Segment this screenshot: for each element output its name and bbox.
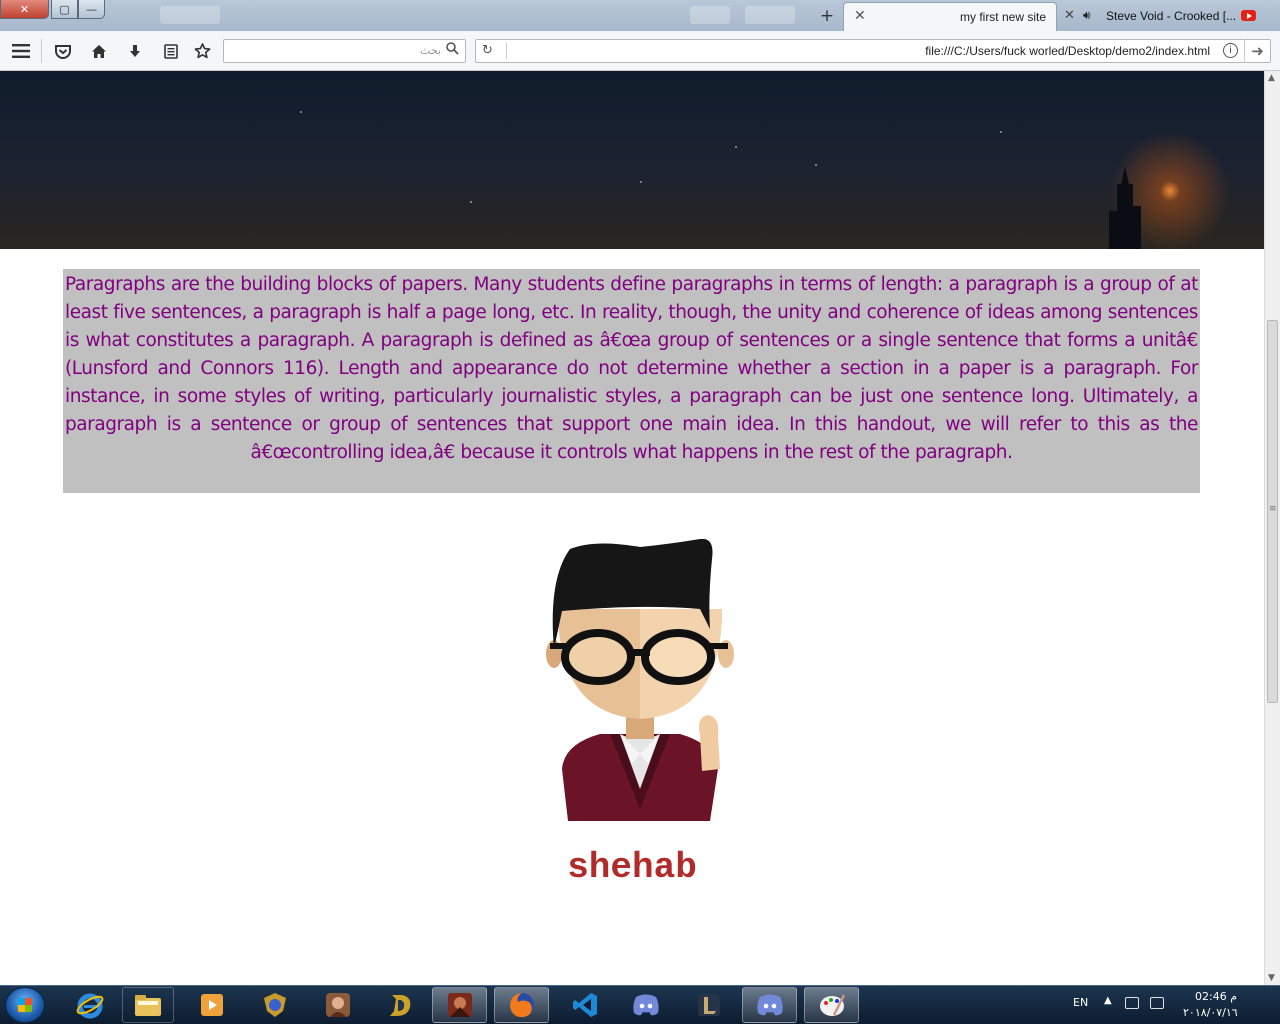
- tab-youtube[interactable]: ✕ 🔊︎ Steve Void - Crooked [...: [1060, 2, 1280, 31]
- vscode-icon[interactable]: [557, 987, 612, 1023]
- download-icon[interactable]: [124, 40, 146, 62]
- tab-title: my first new site: [959, 10, 1046, 24]
- search-placeholder: بحث: [420, 44, 441, 57]
- blurred-tab-ghost: [160, 6, 220, 24]
- new-tab-button[interactable]: +: [817, 6, 837, 26]
- game-hero-icon[interactable]: [310, 987, 365, 1023]
- internet-explorer-icon[interactable]: [62, 987, 117, 1023]
- firefox-icon[interactable]: [494, 987, 549, 1023]
- league-icon[interactable]: [681, 987, 736, 1023]
- author-name: shehab: [567, 847, 697, 888]
- paragraph-box: Paragraphs are the building blocks of pa…: [63, 269, 1200, 493]
- address-bar[interactable]: ↻ file:///C:/Users/fuck worled/Desktop/d…: [475, 39, 1271, 63]
- star: [1000, 131, 1002, 133]
- tab-close-icon[interactable]: ✕: [1064, 8, 1075, 23]
- vertical-scrollbar[interactable]: ▲ ▼: [1264, 71, 1280, 985]
- media-player-icon[interactable]: [184, 987, 239, 1023]
- system-tray: EN ▲ 02:46 م ٢٠١٨/٠٧/١٦: [1070, 986, 1280, 1025]
- go-arrow-icon[interactable]: ➜: [1244, 39, 1270, 63]
- warrior-game-icon[interactable]: [432, 987, 487, 1023]
- window-close-button[interactable]: ✕: [0, 0, 49, 19]
- youtube-favicon-icon: [1241, 10, 1256, 21]
- file-explorer-icon[interactable]: [122, 987, 174, 1023]
- tray-expand-icon[interactable]: ▲: [1104, 995, 1112, 1006]
- language-indicator[interactable]: EN: [1073, 996, 1088, 1009]
- scroll-thumb[interactable]: [1267, 320, 1278, 703]
- reload-icon[interactable]: ↻: [482, 43, 493, 58]
- scroll-down-arrow-icon[interactable]: ▼: [1268, 973, 1275, 983]
- browser-titlebar: ✕ ▢ — + ✕ my first new site ✕ 🔊︎ Steve V…: [0, 0, 1280, 31]
- page-viewport: Paragraphs are the building blocks of pa…: [0, 71, 1264, 985]
- address-separator: [506, 43, 507, 59]
- hero-banner-image: [0, 71, 1264, 249]
- gold-d-icon[interactable]: [372, 987, 427, 1023]
- bookmark-star-icon[interactable]: [191, 40, 213, 62]
- star: [300, 111, 302, 113]
- star: [640, 181, 642, 183]
- discord-icon[interactable]: [618, 987, 673, 1023]
- window-restore-button[interactable]: ▢: [51, 0, 78, 19]
- star: [470, 201, 472, 203]
- network-icon[interactable]: [1150, 997, 1164, 1009]
- tab-title: Steve Void - Crooked [...: [1106, 9, 1237, 23]
- reader-list-icon[interactable]: [160, 40, 182, 62]
- plus-icon: +: [819, 6, 835, 26]
- discord-icon[interactable]: [742, 987, 797, 1023]
- castle-tower-silhouette: [1109, 166, 1141, 249]
- paint-icon[interactable]: [804, 987, 859, 1023]
- start-button[interactable]: [5, 987, 45, 1023]
- tab-close-icon[interactable]: ✕: [854, 8, 866, 24]
- avatar-illustration: [546, 539, 734, 821]
- discord-tray-icon[interactable]: [1125, 997, 1139, 1009]
- search-icon[interactable]: [446, 42, 459, 59]
- clock-date[interactable]: ٢٠١٨/٠٧/١٦: [1183, 1006, 1238, 1019]
- star: [815, 164, 817, 166]
- close-icon: ✕: [19, 2, 30, 16]
- home-icon[interactable]: [88, 40, 110, 62]
- toolbar-separator: [41, 39, 42, 63]
- speaker-icon[interactable]: 🔊︎: [1083, 8, 1091, 23]
- star: [735, 146, 737, 148]
- search-input[interactable]: بحث: [223, 39, 466, 63]
- game-shield-icon[interactable]: [247, 987, 302, 1023]
- clock-time[interactable]: 02:46 م: [1195, 990, 1237, 1003]
- browser-toolbar: بحث ↻ file:///C:/Users/fuck worled/Deskt…: [0, 31, 1280, 71]
- blurred-tab-ghost: [690, 6, 730, 24]
- restore-icon: ▢: [59, 2, 70, 16]
- blurred-tab-ghost: [745, 6, 795, 24]
- pocket-icon[interactable]: [52, 40, 74, 62]
- tab-active[interactable]: ✕ my first new site: [843, 2, 1057, 31]
- window-minimize-button[interactable]: —: [78, 0, 105, 19]
- scroll-up-arrow-icon[interactable]: ▲: [1268, 73, 1275, 83]
- menu-icon[interactable]: [10, 40, 32, 62]
- paragraph-text: Paragraphs are the building blocks of pa…: [65, 274, 1198, 463]
- windows-taskbar: EN ▲ 02:46 م ٢٠١٨/٠٧/١٦: [0, 985, 1280, 1024]
- minimize-icon: —: [86, 2, 97, 16]
- url-text[interactable]: file:///C:/Users/fuck worled/Desktop/dem…: [925, 44, 1210, 58]
- page-info-icon[interactable]: i: [1223, 43, 1238, 58]
